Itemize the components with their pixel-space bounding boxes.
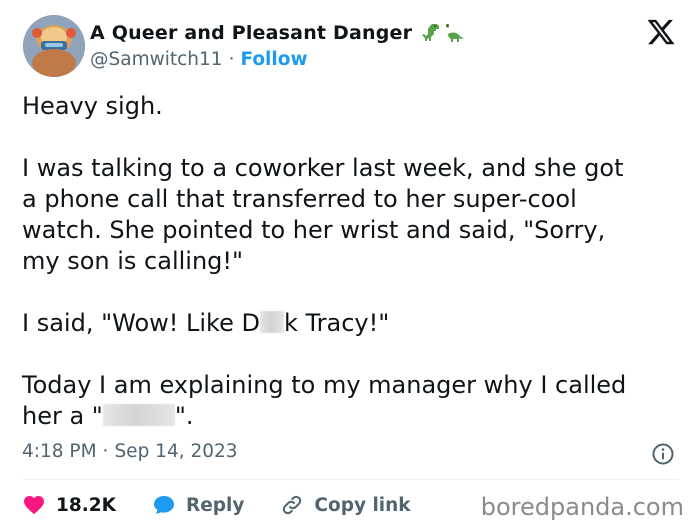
reply-label: Reply — [185, 494, 245, 516]
like-count: 18.2K — [56, 494, 116, 516]
sauropod-icon — [446, 24, 465, 42]
x-logo-icon[interactable] — [646, 17, 676, 47]
tweet-paragraph-4-line-2: her a " ". — [22, 401, 682, 432]
tweet-time: 4:18 PM — [22, 441, 97, 462]
action-bar: 18.2K Reply Copy link — [22, 490, 447, 520]
t-rex-icon — [422, 24, 440, 41]
tweet-paragraph-4-line-1: Today I am explaining to my manager why … — [22, 371, 627, 399]
like-button[interactable]: 18.2K — [22, 493, 116, 517]
follow-button[interactable]: Follow — [240, 49, 307, 70]
copy-link-button[interactable]: Copy link — [280, 493, 411, 517]
tweet-paragraph-2-line-4: my son is calling!" — [22, 247, 244, 275]
handle-row: @Samwitch11 · Follow — [90, 49, 308, 70]
display-name-text: A Queer and Pleasant Danger — [90, 22, 413, 44]
p4-text-after: ". — [174, 402, 194, 430]
tweet-card: A Queer and Pleasant Danger @Samwitch11 ·… — [0, 0, 700, 532]
tweet-date: Sep 14, 2023 — [114, 441, 238, 462]
p3-text-after: k Tracy!" — [283, 309, 390, 337]
heart-icon — [24, 496, 44, 515]
p4-text-before: her a " — [22, 402, 103, 430]
tweet-timestamp[interactable]: 4:18 PM · Sep 14, 2023 — [22, 441, 238, 462]
tweet-paragraph-2-line-3: watch. She pointed to her wrist and said… — [22, 216, 606, 244]
tweet-paragraph-2-line-2: a phone call that transferred to her sup… — [22, 185, 577, 213]
avatar[interactable] — [23, 15, 85, 77]
separator-dot: · — [102, 441, 109, 462]
censor-blur — [102, 404, 175, 426]
separator-dot: · — [228, 49, 235, 70]
reply-button[interactable]: Reply — [152, 493, 244, 517]
info-icon[interactable] — [651, 442, 675, 466]
tweet-paragraph-2-line-1: I was talking to a coworker last week, a… — [22, 154, 624, 182]
censor-blur — [259, 311, 284, 333]
speech-bubble-icon — [153, 496, 174, 514]
watermark: boredpanda.com — [480, 493, 684, 521]
tweet-paragraph-3: I said, "Wow! Like D k Tracy!" — [22, 308, 682, 339]
dinosaur-icons — [418, 21, 466, 45]
link-icon — [283, 495, 302, 515]
avatar-image — [23, 15, 85, 77]
divider — [22, 479, 678, 480]
tweet-paragraph-1: Heavy sigh. — [22, 92, 163, 120]
copy-link-label: Copy link — [314, 494, 411, 516]
tweet-text: Heavy sigh. I was talking to a coworker … — [22, 91, 682, 432]
author-handle[interactable]: @Samwitch11 — [90, 49, 223, 70]
author-display-name[interactable]: A Queer and Pleasant Danger — [90, 21, 466, 45]
p3-text-before: I said, "Wow! Like D — [22, 309, 260, 337]
